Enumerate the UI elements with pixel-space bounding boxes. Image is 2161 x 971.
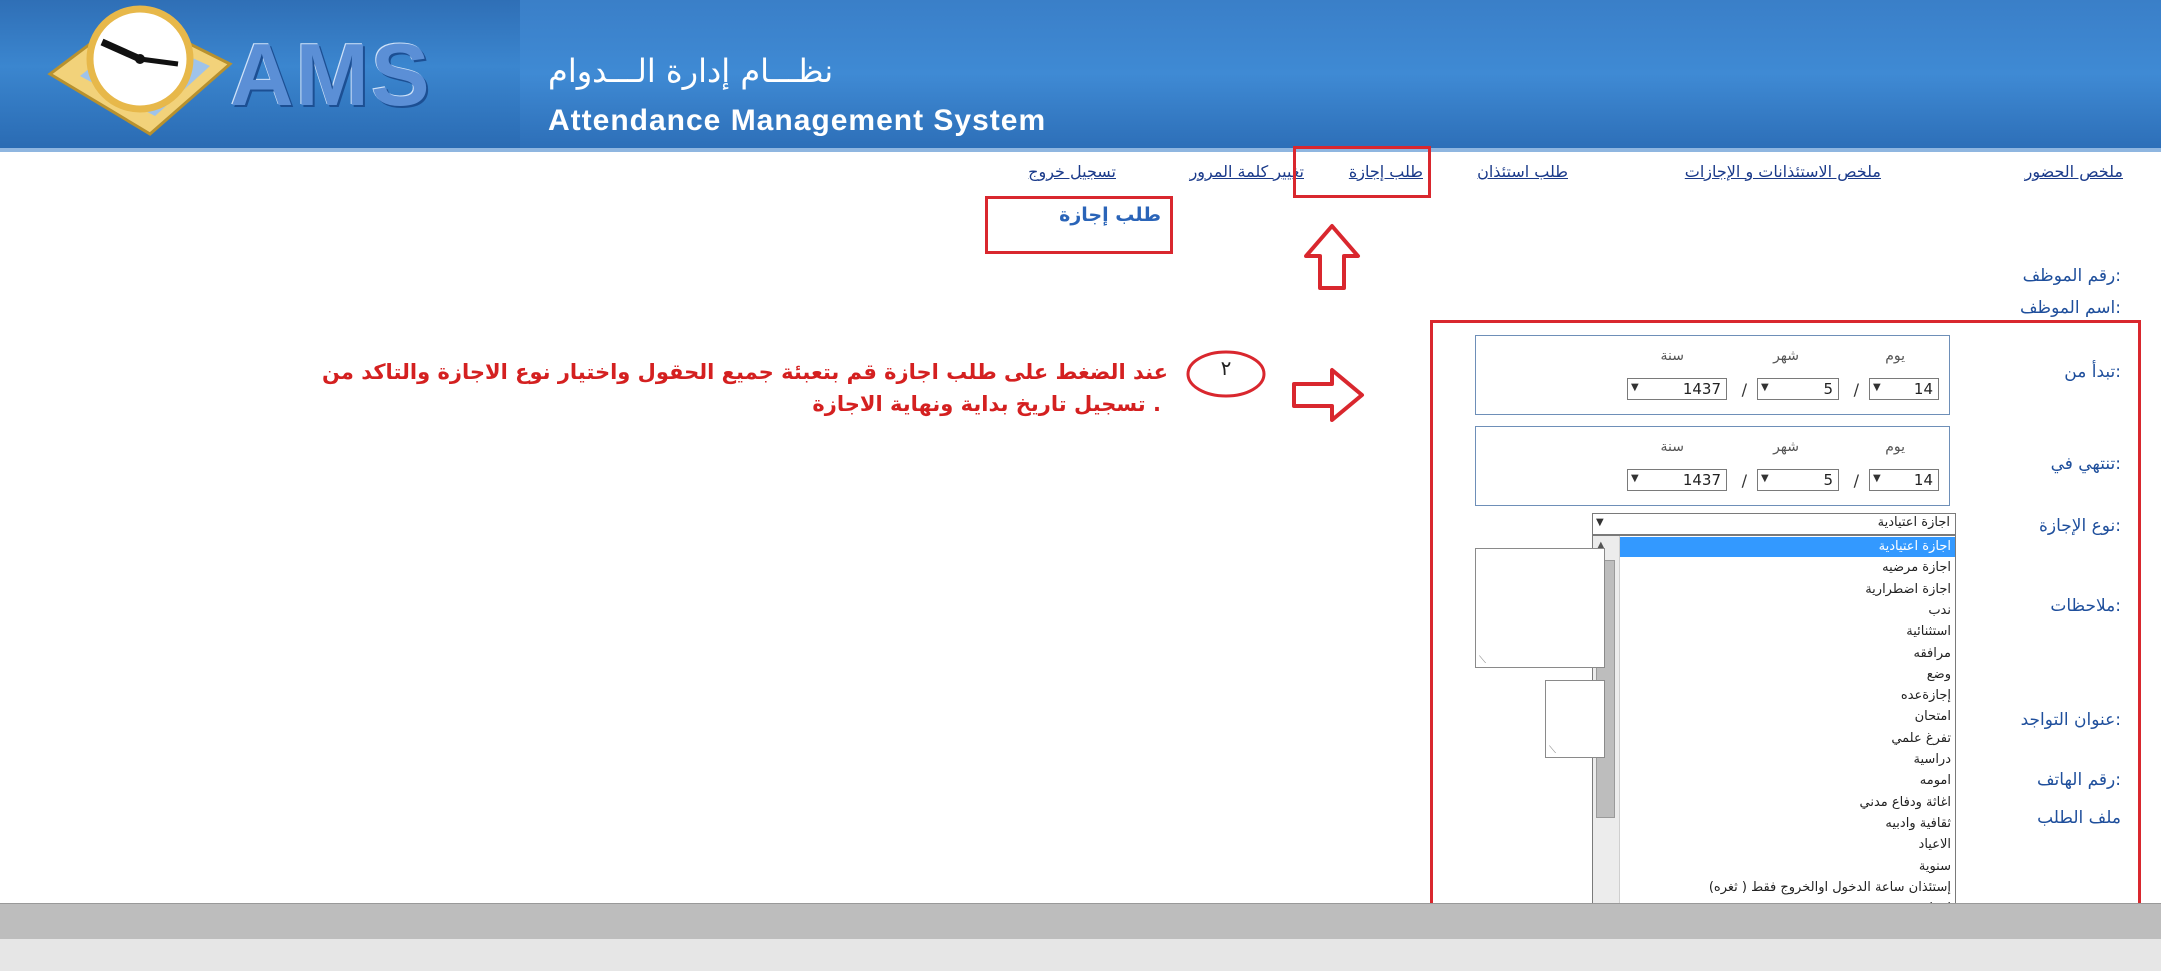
nav-permission-request[interactable]: طلب استئذان — [1477, 162, 1568, 181]
leave-type-option[interactable]: امتحان — [1915, 709, 1951, 724]
leave-type-option[interactable]: اجازة اضطرارية — [1865, 582, 1951, 597]
leave-type-option[interactable]: وضع — [1927, 667, 1951, 682]
system-title-english: Attendance Management System — [548, 104, 1047, 137]
end-year-select[interactable]: ▼ 1437 — [1627, 469, 1727, 491]
leave-type-option[interactable]: إجازةعده — [1901, 688, 1951, 703]
leave-type-option[interactable]: ندب — [1928, 603, 1951, 618]
leave-type-option[interactable]: اغاثة ودفاع مدني — [1860, 795, 1951, 810]
end-month-select[interactable]: ▼ 5 — [1757, 469, 1839, 491]
end-day-select[interactable]: ▼ 14 — [1869, 469, 1939, 491]
start-month-caption: شهر — [1773, 348, 1799, 364]
up-arrow-icon — [1304, 224, 1360, 290]
chevron-down-icon: ▼ — [1873, 382, 1881, 393]
logo-text: AMS — [230, 25, 432, 124]
notes-label: ملاحظات: — [2050, 596, 2121, 616]
start-date-label: تبدأ من: — [2064, 362, 2121, 382]
leave-type-option[interactable]: استثنائية — [1906, 624, 1951, 639]
end-date-group: يوم شهر سنة ▼ 14 / ▼ 5 / ▼ 1437 — [1475, 426, 1950, 506]
footer-bar — [0, 903, 2161, 940]
start-date-group: يوم شهر سنة ▼ 14 / ▼ 5 / ▼ 1437 — [1475, 335, 1950, 415]
leave-type-label: نوع الإجازة: — [2038, 516, 2121, 536]
chevron-down-icon: ▼ — [1631, 382, 1639, 393]
nav-highlight-box — [1293, 146, 1431, 198]
start-day-select[interactable]: ▼ 14 — [1869, 378, 1939, 400]
end-date-label: تنتهي في: — [2050, 454, 2121, 474]
leave-type-option[interactable]: سنوية — [1919, 859, 1951, 874]
end-day-caption: يوم — [1885, 439, 1905, 455]
nav-change-password[interactable]: تغيير كلمة المرور — [1190, 162, 1304, 181]
start-day-caption: يوم — [1885, 348, 1905, 364]
leave-type-option[interactable]: الاعياد — [1919, 837, 1951, 852]
leave-type-select[interactable]: ▼ اجازة اعتيادية — [1592, 513, 1956, 535]
leave-type-dropdown-list: ▲ ▼ اجازة اعتياديةاجازة مرضيهاجازة اضطرا… — [1592, 535, 1956, 965]
end-month-caption: شهر — [1773, 439, 1799, 455]
leave-type-option[interactable]: إستئذان ساعة الدخول اوالخروج فقط ( ثغره) — [1709, 880, 1951, 895]
footer-bottom — [0, 939, 2161, 971]
resize-handle-icon: ⟍ — [1549, 745, 1556, 756]
location-textarea[interactable]: ⟍ — [1545, 680, 1605, 758]
nav-permissions-leaves-summary[interactable]: ملخص الاستئذانات و الإجازات — [1685, 162, 1881, 181]
leave-type-option[interactable]: اجازة مرضيه — [1882, 560, 1951, 575]
leave-type-option[interactable]: تفرغ علمي — [1891, 731, 1951, 746]
chevron-down-icon: ▼ — [1873, 473, 1881, 484]
nav-logout[interactable]: تسجيل خروج — [1028, 162, 1116, 181]
leave-type-option[interactable]: دراسية — [1914, 752, 1951, 767]
annotation-line-2: تسجيل تاريخ بداية ونهاية الاجازة . — [812, 392, 1161, 416]
leave-type-option[interactable]: مرافقه — [1913, 646, 1951, 661]
system-title-arabic: نظـــام إدارة الـــدوام — [548, 52, 834, 90]
start-month-select[interactable]: ▼ 5 — [1757, 378, 1839, 400]
chevron-down-icon: ▼ — [1761, 382, 1769, 393]
leave-type-option[interactable]: ثقافية وادبيه — [1885, 816, 1951, 831]
employee-number-label: رقم الموظف: — [2022, 266, 2121, 286]
location-label: عنوان التواجد: — [2020, 710, 2121, 730]
step-number: ٢ — [1220, 356, 1232, 380]
end-year-caption: سنة — [1660, 439, 1684, 455]
start-year-caption: سنة — [1660, 348, 1684, 364]
chevron-down-icon: ▼ — [1596, 517, 1604, 528]
notes-textarea[interactable]: ⟍ — [1475, 548, 1605, 668]
employee-name-label: اسم الموظف: — [2019, 298, 2121, 318]
right-arrow-icon — [1292, 368, 1364, 422]
title-highlight-box — [985, 196, 1173, 254]
start-year-select[interactable]: ▼ 1437 — [1627, 378, 1727, 400]
phone-label: رقم الهاتف: — [2036, 770, 2121, 790]
request-file-label: ملف الطلب — [2037, 808, 2121, 828]
leave-type-option[interactable]: امومه — [1920, 773, 1951, 788]
chevron-down-icon: ▼ — [1761, 473, 1769, 484]
annotation-line-1: عند الضغط على طلب اجازة قم بتعبئة جميع ا… — [322, 360, 1168, 384]
resize-handle-icon: ⟍ — [1479, 655, 1486, 666]
clock-logo-icon — [47, 5, 233, 136]
chevron-down-icon: ▼ — [1631, 473, 1639, 484]
nav-attendance-summary[interactable]: ملخص الحضور — [2025, 162, 2123, 181]
leave-type-option[interactable]: اجازة اعتيادية — [1879, 539, 1951, 554]
header-divider — [0, 148, 2161, 152]
